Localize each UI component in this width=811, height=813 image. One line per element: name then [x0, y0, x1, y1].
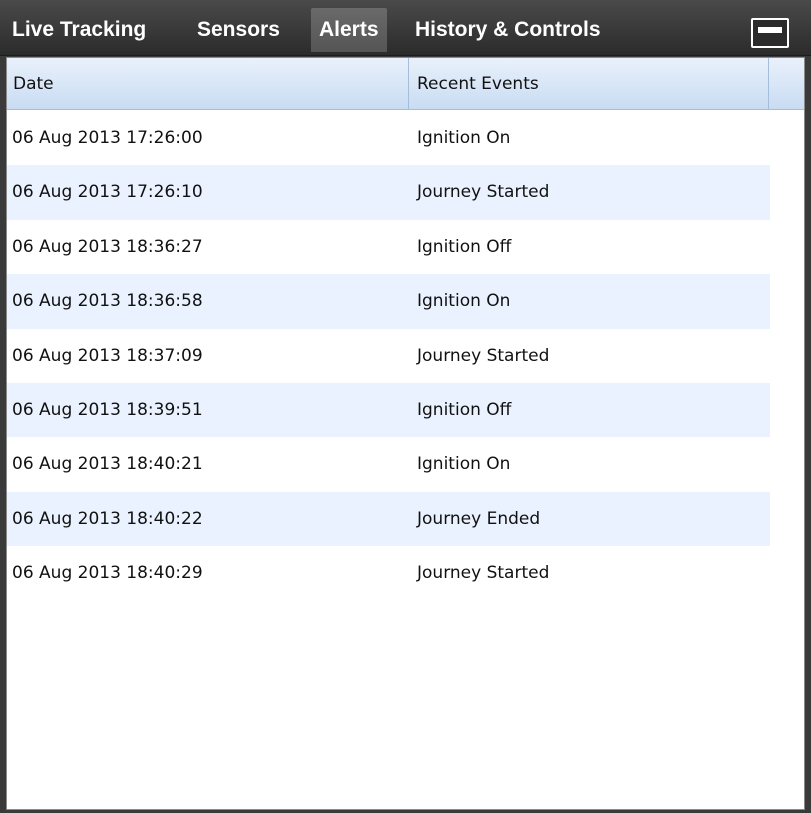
table-row[interactable]: 06 Aug 2013 18:40:22 Journey Ended: [7, 491, 770, 547]
column-header-recent-events[interactable]: Recent Events: [409, 58, 769, 110]
event-cell: Ignition Off: [417, 399, 512, 420]
event-cell: Journey Started: [417, 182, 550, 203]
event-cell: Ignition On: [417, 454, 511, 475]
event-cell: Journey Started: [417, 345, 550, 366]
event-cell: Ignition On: [417, 128, 511, 148]
event-cell: Journey Ended: [417, 508, 541, 529]
table-row[interactable]: 06 Aug 2013 17:26:00 Ignition On: [7, 111, 770, 165]
table-row[interactable]: 06 Aug 2013 18:37:09 Journey Started: [7, 329, 770, 383]
date-cell: 06 Aug 2013 17:26:10: [12, 182, 203, 203]
tab-sensors[interactable]: Sensors: [189, 8, 288, 52]
table-row[interactable]: 06 Aug 2013 18:36:27 Ignition Off: [7, 220, 770, 274]
alerts-grid: Date Recent Events 06 Aug 2013 17:26:00 …: [6, 57, 805, 810]
date-cell: 06 Aug 2013 18:36:27: [12, 236, 203, 257]
date-cell: 06 Aug 2013 18:36:58: [12, 291, 203, 312]
alerts-window: Live Tracking Sensors Alerts History & C…: [0, 0, 811, 813]
grid-body: 06 Aug 2013 17:26:00 Ignition On 06 Aug …: [7, 111, 770, 601]
date-cell: 06 Aug 2013 18:37:09: [12, 345, 203, 366]
tab-history-controls[interactable]: History & Controls: [407, 8, 609, 52]
table-row[interactable]: 06 Aug 2013 18:36:58 Ignition On: [7, 274, 770, 329]
grid-header: Date Recent Events: [7, 58, 804, 110]
table-row[interactable]: 06 Aug 2013 18:39:51 Ignition Off: [7, 382, 770, 438]
table-row[interactable]: 06 Aug 2013 17:26:10 Journey Started: [7, 165, 770, 220]
tab-alerts[interactable]: Alerts: [311, 8, 387, 52]
minimize-icon: [758, 27, 782, 33]
date-cell: 06 Aug 2013 17:26:00: [12, 128, 203, 148]
event-cell: Journey Started: [417, 563, 550, 584]
event-cell: Ignition Off: [417, 236, 512, 257]
tab-bar: Live Tracking Sensors Alerts History & C…: [0, 0, 811, 56]
minimize-button[interactable]: [751, 18, 789, 48]
table-row[interactable]: 06 Aug 2013 18:40:29 Journey Started: [7, 546, 770, 600]
date-cell: 06 Aug 2013 18:40:22: [12, 508, 203, 529]
date-cell: 06 Aug 2013 18:40:21: [12, 454, 203, 475]
table-row[interactable]: 06 Aug 2013 18:40:21 Ignition On: [7, 437, 770, 491]
tab-live-tracking[interactable]: Live Tracking: [4, 8, 154, 52]
date-cell: 06 Aug 2013 18:40:29: [12, 563, 203, 584]
event-cell: Ignition On: [417, 291, 511, 312]
column-header-date[interactable]: Date: [7, 58, 409, 110]
date-cell: 06 Aug 2013 18:39:51: [12, 399, 203, 420]
